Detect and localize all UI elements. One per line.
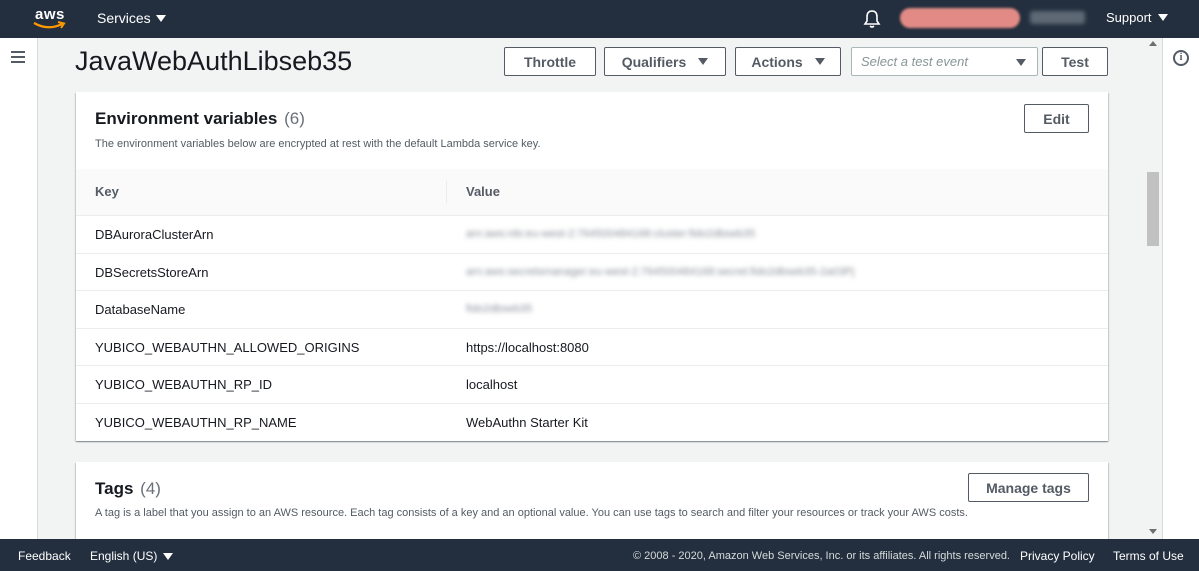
chevron-down-icon	[1016, 59, 1026, 66]
chevron-down-icon	[155, 14, 166, 22]
scroll-thumb[interactable]	[1147, 172, 1159, 246]
chevron-down-icon	[1157, 14, 1168, 21]
edit-label: Edit	[1043, 110, 1070, 127]
table-row: DBSecretsStoreArn arn:aws:secretsmanager…	[76, 254, 1108, 291]
throttle-label: Throttle	[523, 53, 577, 70]
test-button[interactable]: Test	[1042, 47, 1108, 76]
top-navigation-bar: aws Services Support	[0, 0, 1199, 38]
panel-title: Tags (4)	[95, 479, 161, 499]
panel-title: Environment variables (6)	[95, 109, 305, 129]
env-key: DatabaseName	[95, 302, 186, 317]
chevron-down-icon	[163, 552, 174, 560]
env-value-redacted: arn:aws:secretsmanager:eu-west-2:7645004…	[466, 265, 855, 278]
privacy-policy-link[interactable]: Privacy Policy	[1020, 549, 1095, 563]
env-value-redacted: arn:aws:rds:eu-west-2:764500484168:clust…	[466, 228, 756, 240]
footer-bar: Feedback English (US) © 2008 - 2020, Ama…	[0, 539, 1199, 571]
table-header: Key Value	[76, 169, 1108, 216]
feedback-link[interactable]: Feedback	[18, 549, 71, 563]
table-row: YUBICO_WEBAUTHN_RP_NAME WebAuthn Starter…	[76, 404, 1108, 442]
env-variables-table: Key Value DBAuroraClusterArn arn:aws:rds…	[76, 169, 1108, 441]
copyright-text: © 2008 - 2020, Amazon Web Services, Inc.…	[633, 550, 1010, 562]
actions-label: Actions	[751, 53, 803, 70]
page-title: JavaWebAuthLibseb35	[75, 46, 353, 76]
terms-of-use-link[interactable]: Terms of Use	[1113, 549, 1184, 563]
tags-description: A tag is a label that you assign to an A…	[95, 507, 968, 519]
edit-button[interactable]: Edit	[1024, 104, 1089, 133]
test-event-placeholder: Select a test event	[861, 54, 968, 69]
env-key: DBAuroraClusterArn	[95, 227, 214, 242]
aws-logo[interactable]: aws	[33, 6, 67, 32]
language-selector[interactable]: English (US)	[90, 549, 174, 563]
env-title: Environment variables	[95, 109, 278, 128]
services-menu[interactable]: Services	[97, 10, 166, 26]
env-value: https://localhost:8080	[466, 339, 589, 355]
help-panel-rail: i	[1162, 38, 1199, 539]
chevron-down-icon	[814, 58, 825, 65]
qualifiers-dropdown[interactable]: Qualifiers	[604, 47, 726, 76]
env-value: localhost	[466, 377, 518, 392]
env-count: (6)	[284, 109, 305, 128]
scroll-down-arrow-icon[interactable]	[1149, 529, 1157, 534]
test-label: Test	[1061, 53, 1089, 70]
menu-icon[interactable]	[11, 51, 25, 63]
actions-dropdown[interactable]: Actions	[735, 47, 841, 76]
support-menu[interactable]: Support	[1106, 10, 1168, 25]
env-value: WebAuthn Starter Kit	[466, 414, 588, 430]
column-divider	[446, 181, 447, 203]
manage-tags-button[interactable]: Manage tags	[968, 473, 1089, 502]
throttle-button[interactable]: Throttle	[504, 47, 596, 76]
table-row: DatabaseName fido2dbseb35	[76, 291, 1108, 329]
region-menu-redacted[interactable]	[1030, 11, 1085, 24]
env-value-redacted: fido2dbseb35	[466, 303, 533, 315]
account-menu-redacted[interactable]	[900, 8, 1020, 28]
info-icon[interactable]: i	[1173, 50, 1189, 66]
qualifiers-label: Qualifiers	[621, 53, 687, 70]
environment-variables-panel: Environment variables (6) The environmen…	[76, 92, 1108, 441]
chevron-down-icon	[698, 58, 709, 65]
scroll-up-arrow-icon[interactable]	[1149, 41, 1157, 46]
table-row: DBAuroraClusterArn arn:aws:rds:eu-west-2…	[76, 216, 1108, 254]
bell-icon[interactable]	[862, 9, 882, 29]
tags-title: Tags	[95, 479, 134, 498]
services-label: Services	[97, 10, 151, 26]
support-label: Support	[1106, 10, 1152, 25]
tags-count: (4)	[140, 479, 161, 498]
column-header-value: Value	[466, 184, 500, 199]
column-header-key: Key	[95, 184, 119, 199]
env-description: The environment variables below are encr…	[95, 138, 541, 150]
left-navigation-rail	[0, 38, 38, 539]
env-key: DBSecretsStoreArn	[95, 264, 209, 280]
env-key: YUBICO_WEBAUTHN_ALLOWED_ORIGINS	[95, 339, 360, 355]
table-row: YUBICO_WEBAUTHN_ALLOWED_ORIGINS https://…	[76, 329, 1108, 366]
env-key: YUBICO_WEBAUTHN_RP_ID	[95, 377, 272, 392]
aws-smile-icon	[33, 21, 66, 29]
tags-panel: Tags (4) Manage tags A tag is a label th…	[76, 462, 1108, 542]
env-key: YUBICO_WEBAUTHN_RP_NAME	[95, 414, 297, 430]
language-label: English (US)	[90, 549, 158, 563]
test-event-select[interactable]: Select a test event	[851, 47, 1038, 76]
table-row: YUBICO_WEBAUTHN_RP_ID localhost	[76, 366, 1108, 404]
vertical-scrollbar[interactable]	[1145, 38, 1162, 539]
manage-tags-label: Manage tags	[986, 479, 1071, 496]
